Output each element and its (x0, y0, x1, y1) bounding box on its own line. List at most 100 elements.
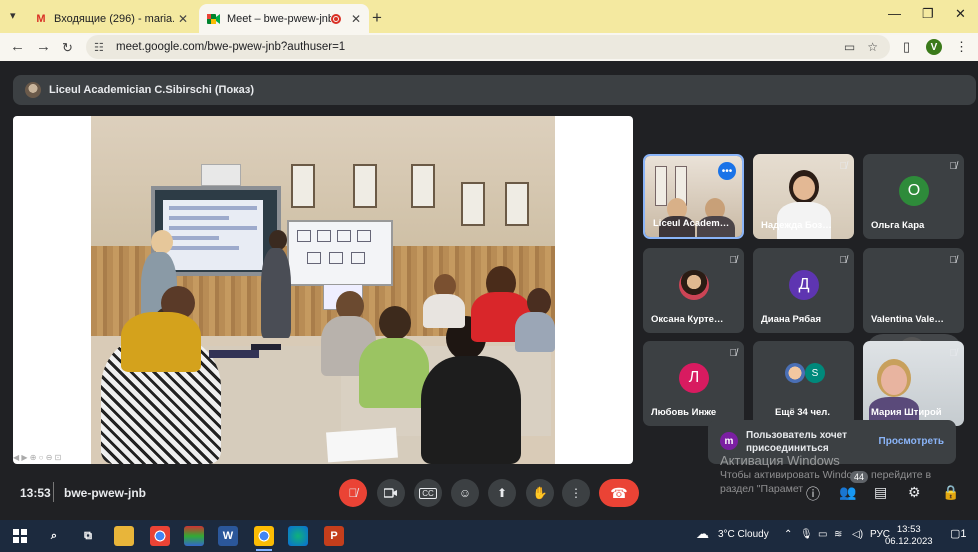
microphone-icon[interactable]: 🎙 (800, 529, 813, 540)
hang-up-icon: ☎ (610, 484, 628, 501)
view-request-button[interactable]: Просмотреть (879, 436, 944, 447)
chevron-up-icon[interactable]: ⌃ (784, 529, 792, 540)
task-view-icon[interactable]: ⧉ (78, 526, 98, 546)
participant-name: Надежда Боз… (761, 220, 832, 231)
more-options-icon: ⋮ (570, 486, 582, 500)
avatar: m (720, 432, 738, 450)
participant-tile[interactable]: ••• Liceul Academ… (643, 154, 744, 239)
classroom-photo (91, 116, 555, 464)
chrome-icon[interactable] (150, 526, 170, 546)
notification-text: Пользователь хочет (746, 430, 847, 441)
participant-tile[interactable]: О 🎙̸ Ольга Кара (863, 154, 964, 239)
close-window-icon[interactable]: ✕ (955, 6, 966, 22)
weather-icon: ☁ (696, 526, 709, 541)
participant-name: Ещё 34 чел. (775, 407, 830, 418)
restore-icon[interactable]: ❐ (922, 6, 934, 22)
watermark-title: Активация Windows (720, 453, 840, 468)
chat-icon[interactable]: ▤ (874, 484, 887, 501)
tab-gmail[interactable]: M Входящие (296) - maria.stiroi@ ✕ (26, 4, 196, 33)
tab-search-icon[interactable]: ▾ (10, 9, 16, 22)
app-icon[interactable] (184, 526, 204, 546)
mic-off-icon: 🎙̸ (949, 161, 958, 172)
camera-toggle-button[interactable] (377, 479, 405, 507)
participant-avatar: Л (679, 363, 709, 393)
gmail-icon: M (36, 12, 46, 25)
participant-tile[interactable]: Д 🎙̸ Диана Рябая (753, 248, 854, 333)
participant-tile[interactable]: Л 🎙̸ Любовь Инже (643, 341, 744, 426)
avatar (25, 82, 41, 98)
volume-icon[interactable]: ◁) (852, 529, 863, 540)
participant-name: Мария Штирой (871, 407, 942, 418)
weather-text[interactable]: 3°C Cloudy (718, 529, 769, 540)
participant-tile[interactable]: 🎙̸ Мария Штирой (863, 341, 964, 426)
camera-icon[interactable]: ▭ (844, 40, 855, 54)
info-icon[interactable]: ⓘ (806, 484, 820, 504)
edge-icon[interactable] (288, 526, 308, 546)
meet-icon (207, 12, 221, 26)
new-tab-button[interactable]: + (372, 8, 382, 28)
mic-off-icon: 🎙̸ (839, 255, 848, 266)
mic-toggle-button[interactable]: 🎙̸ (339, 479, 367, 507)
site-settings-icon[interactable]: ☷ (94, 41, 114, 54)
more-options-button[interactable]: ⋮ (562, 479, 590, 507)
divider (53, 482, 54, 502)
close-icon[interactable]: ✕ (351, 12, 361, 26)
participant-tile[interactable]: 🎙̸ Надежда Боз… (753, 154, 854, 239)
minimize-icon[interactable]: — (888, 6, 901, 21)
watermark-text: раздел "Парамет (720, 483, 804, 495)
chrome-icon[interactable] (254, 526, 274, 551)
participant-name: Liceul Academ… (653, 218, 730, 229)
word-icon[interactable]: W (218, 526, 238, 546)
participant-avatar (679, 270, 709, 300)
mic-off-icon: 🎙̸ (949, 348, 958, 359)
tab-meet[interactable]: Meet – bwe-pwew-jnb ✕ (199, 4, 369, 33)
people-icon[interactable]: 👥 (839, 484, 856, 501)
captions-button[interactable]: CC (414, 479, 442, 507)
menu-icon[interactable]: ⋮ (955, 39, 968, 55)
camera-icon (384, 488, 397, 498)
network-icon[interactable]: ▭ (818, 529, 827, 540)
address-bar[interactable]: ☷ meet.google.com/bwe-pwew-jnb?authuser=… (86, 35, 890, 59)
tab-title: Входящие (296) - maria.stiroi@ (54, 12, 174, 25)
reactions-button[interactable]: ☺ (451, 479, 479, 507)
back-icon[interactable]: ← (10, 38, 25, 55)
participant-tile[interactable]: 🎙̸ Оксана Курте… (643, 248, 744, 333)
mic-off-icon: 🎙̸ (729, 348, 738, 359)
more-options-icon[interactable]: ••• (718, 162, 736, 180)
captions-icon: CC (419, 487, 437, 499)
notification-center-icon[interactable]: ▢1 (950, 527, 967, 540)
windows-start-icon[interactable] (10, 526, 30, 546)
participant-tile[interactable]: 🎙̸ Valentina Vale… (863, 248, 964, 333)
url-text: meet.google.com/bwe-pwew-jnb?authuser=1 (116, 41, 346, 53)
participant-avatar: Д (789, 270, 819, 300)
presenter-label: Liceul Academician C.Sibirschi (Показ) (49, 84, 255, 96)
clock-time: 13:53 (896, 524, 921, 535)
mic-off-icon: 🎙̸ (348, 486, 358, 500)
profile-avatar[interactable]: V (926, 39, 942, 55)
participant-name: Ольга Кара (871, 220, 925, 231)
media-controls[interactable]: ◀ ▶ ⊕ ○ ⊖ ⊡ (13, 453, 91, 464)
file-explorer-icon[interactable] (114, 526, 134, 546)
mic-off-icon: 🎙̸ (839, 161, 848, 172)
wifi-icon[interactable]: ≋ (834, 529, 842, 540)
sidebar-icon[interactable]: ▯ (903, 39, 910, 55)
notification-count: 1 (960, 528, 967, 540)
close-icon[interactable]: ✕ (178, 12, 188, 26)
participant-name: Valentina Vale… (871, 314, 944, 325)
present-button[interactable]: ⬆ (488, 479, 516, 507)
host-controls-icon[interactable]: 🔒 (942, 484, 959, 501)
reload-icon[interactable]: ↻ (62, 40, 73, 56)
bookmark-star-icon[interactable]: ☆ (867, 40, 878, 54)
leave-call-button[interactable]: ☎ (599, 479, 639, 507)
forward-icon[interactable]: → (36, 38, 51, 55)
recording-icon (330, 13, 341, 24)
activities-icon[interactable]: ⚙ (908, 484, 921, 501)
raise-hand-button[interactable]: ✋ (526, 479, 554, 507)
participant-name: Любовь Инже (651, 407, 717, 418)
participant-avatar: S (805, 363, 825, 383)
clock-date: 06.12.2023 (885, 536, 933, 547)
clock[interactable]: 13:53 06.12.2023 (885, 524, 933, 548)
more-participants-tile[interactable]: S Ещё 34 чел. (753, 341, 854, 426)
powerpoint-icon[interactable]: P (324, 526, 344, 546)
search-icon[interactable]: ⌕ (44, 526, 64, 546)
